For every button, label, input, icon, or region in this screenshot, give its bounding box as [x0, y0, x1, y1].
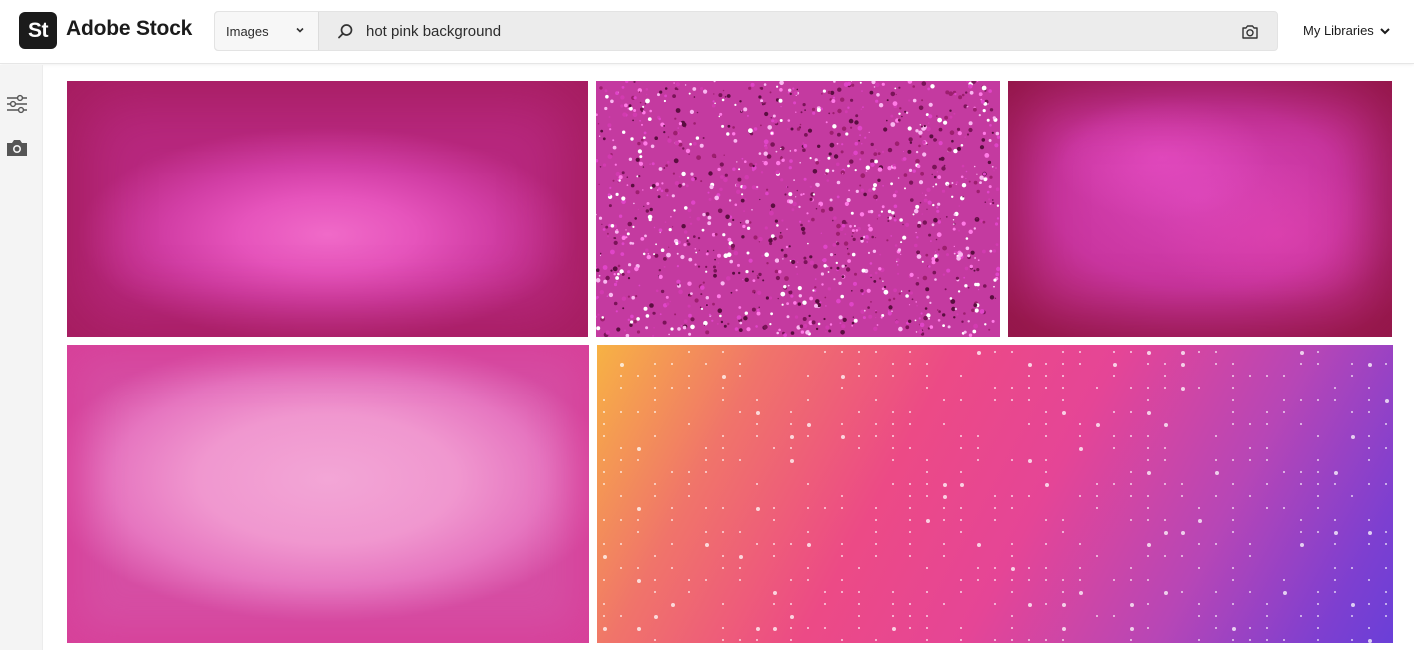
top-bar: St Adobe Stock Images hot pink backgroun… [0, 0, 1414, 64]
result-image[interactable] [67, 345, 589, 643]
asset-type-label: Images [226, 24, 269, 39]
chevron-down-icon[interactable] [1379, 26, 1391, 36]
asset-type-dropdown[interactable]: Images [215, 12, 319, 50]
my-libraries-button[interactable]: My Libraries [1303, 23, 1374, 38]
search-bar: Images hot pink background [214, 11, 1278, 51]
camera-icon[interactable] [1241, 24, 1259, 40]
result-image[interactable] [596, 81, 1000, 337]
result-image[interactable] [597, 345, 1393, 643]
search-icon[interactable] [337, 23, 354, 40]
chevron-down-icon [296, 27, 304, 33]
result-image[interactable] [67, 81, 588, 337]
camera-icon[interactable] [6, 138, 28, 157]
search-input[interactable]: hot pink background [366, 23, 501, 40]
filters-icon[interactable] [6, 94, 28, 114]
left-rail [0, 65, 43, 650]
result-image[interactable] [1008, 81, 1392, 337]
adobe-stock-logo-text[interactable]: Adobe Stock [66, 17, 192, 41]
adobe-stock-logo-mark[interactable]: St [19, 12, 57, 49]
